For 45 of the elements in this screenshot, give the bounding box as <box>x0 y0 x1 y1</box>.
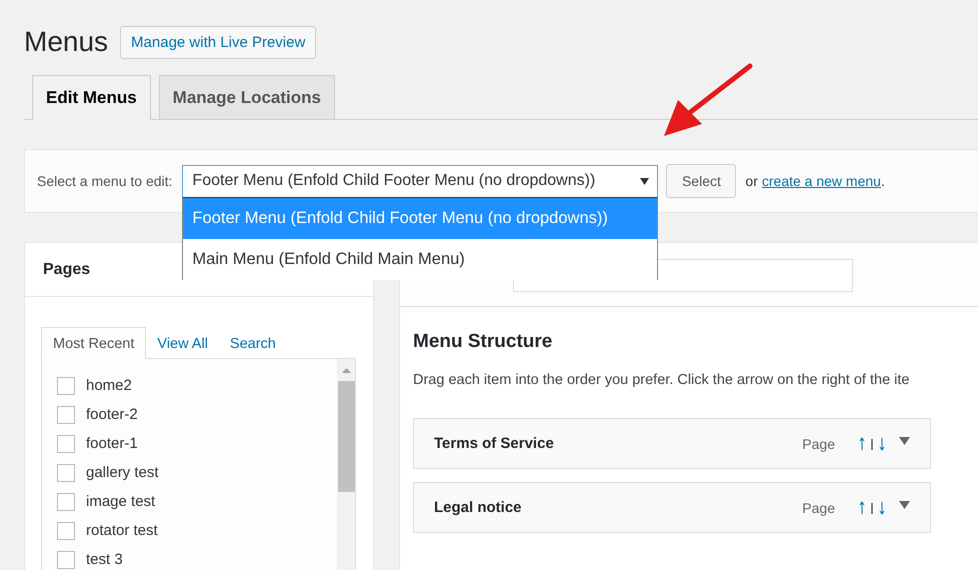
move-arrows-icon[interactable] <box>859 500 885 514</box>
tab[interactable]: Edit Menus <box>32 75 151 120</box>
live-preview-button[interactable]: Manage with Live Preview <box>120 26 316 58</box>
tab[interactable]: Manage Locations <box>158 75 335 119</box>
dropdown-option[interactable]: Main Menu (Enfold Child Main Menu) <box>183 238 658 280</box>
panel-tab[interactable]: Most Recent <box>41 327 146 359</box>
page-label: footer-2 <box>86 406 138 423</box>
checkbox[interactable] <box>57 406 75 424</box>
instructions-text: Drag each item into the order you prefer. Click the arrow on the right of the ite <box>413 372 910 388</box>
menu-item[interactable]: Legal notice Page <box>413 482 931 533</box>
scroll-thumb[interactable] <box>338 381 354 492</box>
select-label: Select a menu to edit: <box>37 173 172 189</box>
menu-item[interactable]: Terms of Service Page <box>413 418 931 469</box>
menu-item-title: Legal notice <box>434 499 523 516</box>
menu-item-type: Page <box>802 436 835 452</box>
page-label: gallery test <box>86 464 159 481</box>
checkbox[interactable] <box>57 434 75 452</box>
checkbox[interactable] <box>57 492 75 510</box>
caret-icon[interactable] <box>899 500 910 508</box>
period-text: . <box>880 173 885 189</box>
page-label: image test <box>86 493 156 510</box>
page-title: Menus <box>24 25 108 59</box>
menu-item-title: Terms of Service <box>434 435 555 452</box>
scrollbar[interactable] <box>337 359 355 570</box>
page-label: rotator test <box>86 522 158 539</box>
or-text: or <box>745 173 758 189</box>
scroll-up-icon[interactable] <box>342 368 350 373</box>
caret-icon[interactable] <box>899 436 910 444</box>
checkbox[interactable] <box>57 376 75 394</box>
page-label: test 3 <box>86 551 123 568</box>
create-menu-link[interactable]: create a new menu <box>762 173 881 189</box>
page-label: footer-1 <box>86 435 138 452</box>
menu-item-type: Page <box>802 500 835 516</box>
section-title: Menu Structure <box>413 331 554 353</box>
checkbox[interactable] <box>57 550 75 568</box>
move-arrows-icon[interactable] <box>859 436 885 450</box>
page-label: home2 <box>86 377 132 394</box>
select-button[interactable]: Select <box>666 164 736 198</box>
checkbox[interactable] <box>57 522 75 540</box>
menu-dropdown[interactable]: Footer Menu (Enfold Child Footer Menu (no dropdowns)) <box>182 164 658 198</box>
panel-title: Pages <box>43 260 90 278</box>
caret-icon <box>640 178 650 184</box>
checkbox[interactable] <box>57 464 75 482</box>
panel-tab[interactable]: Search <box>218 328 287 358</box>
panel-tab[interactable]: View All <box>146 328 219 358</box>
